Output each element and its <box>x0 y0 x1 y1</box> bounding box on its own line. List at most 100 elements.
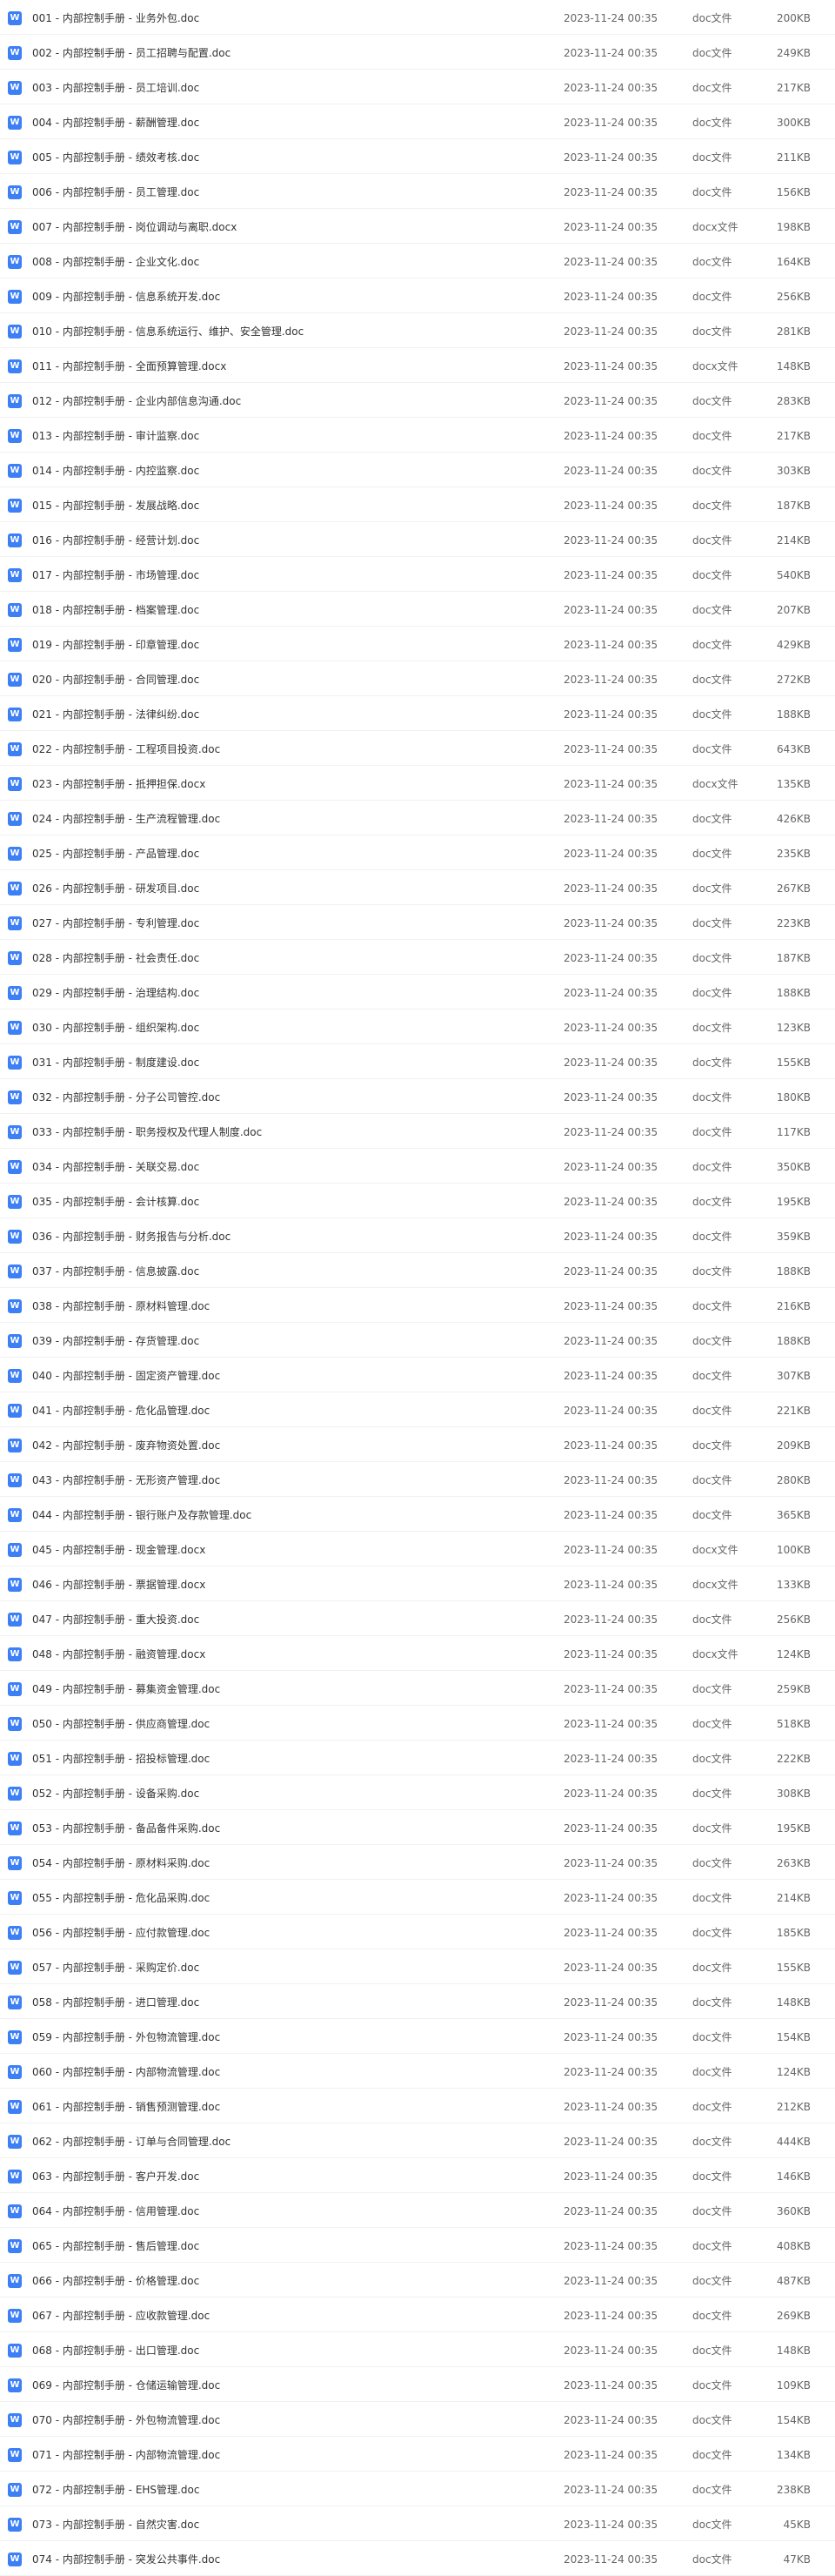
file-name[interactable]: 033 - 内部控制手册 - 职务授权及代理人制度.doc <box>32 1125 262 1139</box>
file-name[interactable]: 055 - 内部控制手册 - 危化品采购.doc <box>32 1891 210 1905</box>
file-name[interactable]: 048 - 内部控制手册 - 融资管理.docx <box>32 1647 205 1661</box>
file-name[interactable]: 004 - 内部控制手册 - 薪酬管理.doc <box>32 116 199 130</box>
file-name[interactable]: 053 - 内部控制手册 - 备品备件采购.doc <box>32 1821 220 1835</box>
file-row[interactable]: W 042 - 内部控制手册 - 废弃物资处置.doc 2023-11-24 00:… <box>0 1427 835 1462</box>
file-row[interactable]: W 020 - 内部控制手册 - 合同管理.doc 2023-11-24 00:35… <box>0 661 835 696</box>
file-row[interactable]: W 012 - 内部控制手册 - 企业内部信息沟通.doc 2023-11-24 0… <box>0 383 835 418</box>
file-name[interactable]: 019 - 内部控制手册 - 印章管理.doc <box>32 638 199 652</box>
file-name[interactable]: 013 - 内部控制手册 - 审计监察.doc <box>32 429 199 443</box>
file-row[interactable]: W 068 - 内部控制手册 - 出口管理.doc 2023-11-24 00:35… <box>0 2332 835 2367</box>
file-row[interactable]: W 015 - 内部控制手册 - 发展战略.doc 2023-11-24 00:35… <box>0 487 835 522</box>
file-row[interactable]: W 018 - 内部控制手册 - 档案管理.doc 2023-11-24 00:35… <box>0 592 835 627</box>
file-row[interactable]: W 058 - 内部控制手册 - 进口管理.doc 2023-11-24 00:35… <box>0 1984 835 2019</box>
file-name[interactable]: 041 - 内部控制手册 - 危化品管理.doc <box>32 1404 210 1418</box>
file-row[interactable]: W 064 - 内部控制手册 - 信用管理.doc 2023-11-24 00:35… <box>0 2193 835 2228</box>
file-name[interactable]: 070 - 内部控制手册 - 外包物流管理.doc <box>32 2413 220 2427</box>
file-name[interactable]: 005 - 内部控制手册 - 绩效考核.doc <box>32 151 199 164</box>
file-name[interactable]: 025 - 内部控制手册 - 产品管理.doc <box>32 847 199 861</box>
file-row[interactable]: W 030 - 内部控制手册 - 组织架构.doc 2023-11-24 00:35… <box>0 1010 835 1044</box>
file-name[interactable]: 032 - 内部控制手册 - 分子公司管控.doc <box>32 1090 220 1104</box>
file-row[interactable]: W 014 - 内部控制手册 - 内控监察.doc 2023-11-24 00:35… <box>0 453 835 487</box>
file-name[interactable]: 049 - 内部控制手册 - 募集资金管理.doc <box>32 1682 220 1696</box>
file-name[interactable]: 071 - 内部控制手册 - 内部物流管理.doc <box>32 2448 220 2462</box>
file-name[interactable]: 054 - 内部控制手册 - 原材料采购.doc <box>32 1856 210 1870</box>
file-name[interactable]: 065 - 内部控制手册 - 售后管理.doc <box>32 2239 199 2253</box>
file-name[interactable]: 012 - 内部控制手册 - 企业内部信息沟通.doc <box>32 394 241 408</box>
file-row[interactable]: W 033 - 内部控制手册 - 职务授权及代理人制度.doc 2023-11-24… <box>0 1114 835 1149</box>
file-row[interactable]: W 008 - 内部控制手册 - 企业文化.doc 2023-11-24 00:35… <box>0 244 835 278</box>
file-row[interactable]: W 050 - 内部控制手册 - 供应商管理.doc 2023-11-24 00:3… <box>0 1706 835 1741</box>
file-row[interactable]: W 005 - 内部控制手册 - 绩效考核.doc 2023-11-24 00:35… <box>0 139 835 174</box>
file-name[interactable]: 061 - 内部控制手册 - 销售预测管理.doc <box>32 2100 220 2114</box>
file-row[interactable]: W 061 - 内部控制手册 - 销售预测管理.doc 2023-11-24 00:… <box>0 2089 835 2123</box>
file-name[interactable]: 038 - 内部控制手册 - 原材料管理.doc <box>32 1299 210 1313</box>
file-row[interactable]: W 019 - 内部控制手册 - 印章管理.doc 2023-11-24 00:35… <box>0 627 835 661</box>
file-name[interactable]: 057 - 内部控制手册 - 采购定价.doc <box>32 1961 199 1975</box>
file-name[interactable]: 024 - 内部控制手册 - 生产流程管理.doc <box>32 812 220 826</box>
file-name[interactable]: 001 - 内部控制手册 - 业务外包.doc <box>32 11 199 25</box>
file-name[interactable]: 036 - 内部控制手册 - 财务报告与分析.doc <box>32 1230 230 1244</box>
file-row[interactable]: W 071 - 内部控制手册 - 内部物流管理.doc 2023-11-24 00:… <box>0 2437 835 2472</box>
file-row[interactable]: W 047 - 内部控制手册 - 重大投资.doc 2023-11-24 00:35… <box>0 1601 835 1636</box>
file-row[interactable]: W 006 - 内部控制手册 - 员工管理.doc 2023-11-24 00:35… <box>0 174 835 209</box>
file-name[interactable]: 017 - 内部控制手册 - 市场管理.doc <box>32 568 199 582</box>
file-name[interactable]: 063 - 内部控制手册 - 客户开发.doc <box>32 2170 199 2184</box>
file-row[interactable]: W 057 - 内部控制手册 - 采购定价.doc 2023-11-24 00:35… <box>0 1949 835 1984</box>
file-name[interactable]: 059 - 内部控制手册 - 外包物流管理.doc <box>32 2030 220 2044</box>
file-row[interactable]: W 074 - 内部控制手册 - 突发公共事件.doc 2023-11-24 00:… <box>0 2541 835 2576</box>
file-row[interactable]: W 045 - 内部控制手册 - 现金管理.docx 2023-11-24 00:3… <box>0 1532 835 1566</box>
file-name[interactable]: 073 - 内部控制手册 - 自然灾害.doc <box>32 2518 199 2532</box>
file-row[interactable]: W 010 - 内部控制手册 - 信息系统运行、维护、安全管理.doc 2023-1… <box>0 313 835 348</box>
file-name[interactable]: 027 - 内部控制手册 - 专利管理.doc <box>32 916 199 930</box>
file-row[interactable]: W 073 - 内部控制手册 - 自然灾害.doc 2023-11-24 00:35… <box>0 2506 835 2541</box>
file-name[interactable]: 035 - 内部控制手册 - 会计核算.doc <box>32 1195 199 1209</box>
file-name[interactable]: 045 - 内部控制手册 - 现金管理.docx <box>32 1543 205 1557</box>
file-row[interactable]: W 049 - 内部控制手册 - 募集资金管理.doc 2023-11-24 00:… <box>0 1671 835 1706</box>
file-name[interactable]: 008 - 内部控制手册 - 企业文化.doc <box>32 255 199 269</box>
file-name[interactable]: 011 - 内部控制手册 - 全面预算管理.docx <box>32 359 226 373</box>
file-name[interactable]: 074 - 内部控制手册 - 突发公共事件.doc <box>32 2553 220 2566</box>
file-row[interactable]: W 025 - 内部控制手册 - 产品管理.doc 2023-11-24 00:35… <box>0 835 835 870</box>
file-row[interactable]: W 036 - 内部控制手册 - 财务报告与分析.doc 2023-11-24 00… <box>0 1218 835 1253</box>
file-row[interactable]: W 054 - 内部控制手册 - 原材料采购.doc 2023-11-24 00:3… <box>0 1845 835 1880</box>
file-row[interactable]: W 070 - 内部控制手册 - 外包物流管理.doc 2023-11-24 00:… <box>0 2402 835 2437</box>
file-name[interactable]: 022 - 内部控制手册 - 工程项目投资.doc <box>32 742 220 756</box>
file-name[interactable]: 037 - 内部控制手册 - 信息披露.doc <box>32 1265 199 1278</box>
file-name[interactable]: 043 - 内部控制手册 - 无形资产管理.doc <box>32 1473 220 1487</box>
file-name[interactable]: 072 - 内部控制手册 - EHS管理.doc <box>32 2483 199 2497</box>
file-name[interactable]: 060 - 内部控制手册 - 内部物流管理.doc <box>32 2065 220 2079</box>
file-name[interactable]: 010 - 内部控制手册 - 信息系统运行、维护、安全管理.doc <box>32 325 304 339</box>
file-name[interactable]: 039 - 内部控制手册 - 存货管理.doc <box>32 1334 199 1348</box>
file-row[interactable]: W 009 - 内部控制手册 - 信息系统开发.doc 2023-11-24 00:… <box>0 278 835 313</box>
file-row[interactable]: W 044 - 内部控制手册 - 银行账户及存款管理.doc 2023-11-24 … <box>0 1497 835 1532</box>
file-name[interactable]: 009 - 内部控制手册 - 信息系统开发.doc <box>32 290 220 304</box>
file-name[interactable]: 051 - 内部控制手册 - 招投标管理.doc <box>32 1752 210 1766</box>
file-name[interactable]: 007 - 内部控制手册 - 岗位调动与离职.docx <box>32 220 237 234</box>
file-row[interactable]: W 023 - 内部控制手册 - 抵押担保.docx 2023-11-24 00:3… <box>0 766 835 801</box>
file-row[interactable]: W 003 - 内部控制手册 - 员工培训.doc 2023-11-24 00:35… <box>0 70 835 104</box>
file-name[interactable]: 003 - 内部控制手册 - 员工培训.doc <box>32 81 199 95</box>
file-row[interactable]: W 041 - 内部控制手册 - 危化品管理.doc 2023-11-24 00:3… <box>0 1392 835 1427</box>
file-row[interactable]: W 034 - 内部控制手册 - 关联交易.doc 2023-11-24 00:35… <box>0 1149 835 1184</box>
file-name[interactable]: 064 - 内部控制手册 - 信用管理.doc <box>32 2204 199 2218</box>
file-row[interactable]: W 046 - 内部控制手册 - 票据管理.docx 2023-11-24 00:3… <box>0 1566 835 1601</box>
file-row[interactable]: W 031 - 内部控制手册 - 制度建设.doc 2023-11-24 00:35… <box>0 1044 835 1079</box>
file-row[interactable]: W 043 - 内部控制手册 - 无形资产管理.doc 2023-11-24 00:… <box>0 1462 835 1497</box>
file-row[interactable]: W 040 - 内部控制手册 - 固定资产管理.doc 2023-11-24 00:… <box>0 1358 835 1392</box>
file-row[interactable]: W 007 - 内部控制手册 - 岗位调动与离职.docx 2023-11-24 0… <box>0 209 835 244</box>
file-name[interactable]: 062 - 内部控制手册 - 订单与合同管理.doc <box>32 2135 230 2149</box>
file-name[interactable]: 006 - 内部控制手册 - 员工管理.doc <box>32 185 199 199</box>
file-row[interactable]: W 001 - 内部控制手册 - 业务外包.doc 2023-11-24 00:35… <box>0 0 835 35</box>
file-row[interactable]: W 066 - 内部控制手册 - 价格管理.doc 2023-11-24 00:35… <box>0 2263 835 2298</box>
file-row[interactable]: W 032 - 内部控制手册 - 分子公司管控.doc 2023-11-24 00:… <box>0 1079 835 1114</box>
file-row[interactable]: W 035 - 内部控制手册 - 会计核算.doc 2023-11-24 00:35… <box>0 1184 835 1218</box>
file-name[interactable]: 018 - 内部控制手册 - 档案管理.doc <box>32 603 199 617</box>
file-name[interactable]: 069 - 内部控制手册 - 仓储运输管理.doc <box>32 2378 220 2392</box>
file-row[interactable]: W 059 - 内部控制手册 - 外包物流管理.doc 2023-11-24 00:… <box>0 2019 835 2054</box>
file-row[interactable]: W 062 - 内部控制手册 - 订单与合同管理.doc 2023-11-24 00… <box>0 2123 835 2158</box>
file-name[interactable]: 066 - 内部控制手册 - 价格管理.doc <box>32 2274 199 2288</box>
file-name[interactable]: 028 - 内部控制手册 - 社会责任.doc <box>32 951 199 965</box>
file-name[interactable]: 026 - 内部控制手册 - 研发项目.doc <box>32 882 199 896</box>
file-row[interactable]: W 052 - 内部控制手册 - 设备采购.doc 2023-11-24 00:35… <box>0 1775 835 1810</box>
file-row[interactable]: W 027 - 内部控制手册 - 专利管理.doc 2023-11-24 00:35… <box>0 905 835 940</box>
